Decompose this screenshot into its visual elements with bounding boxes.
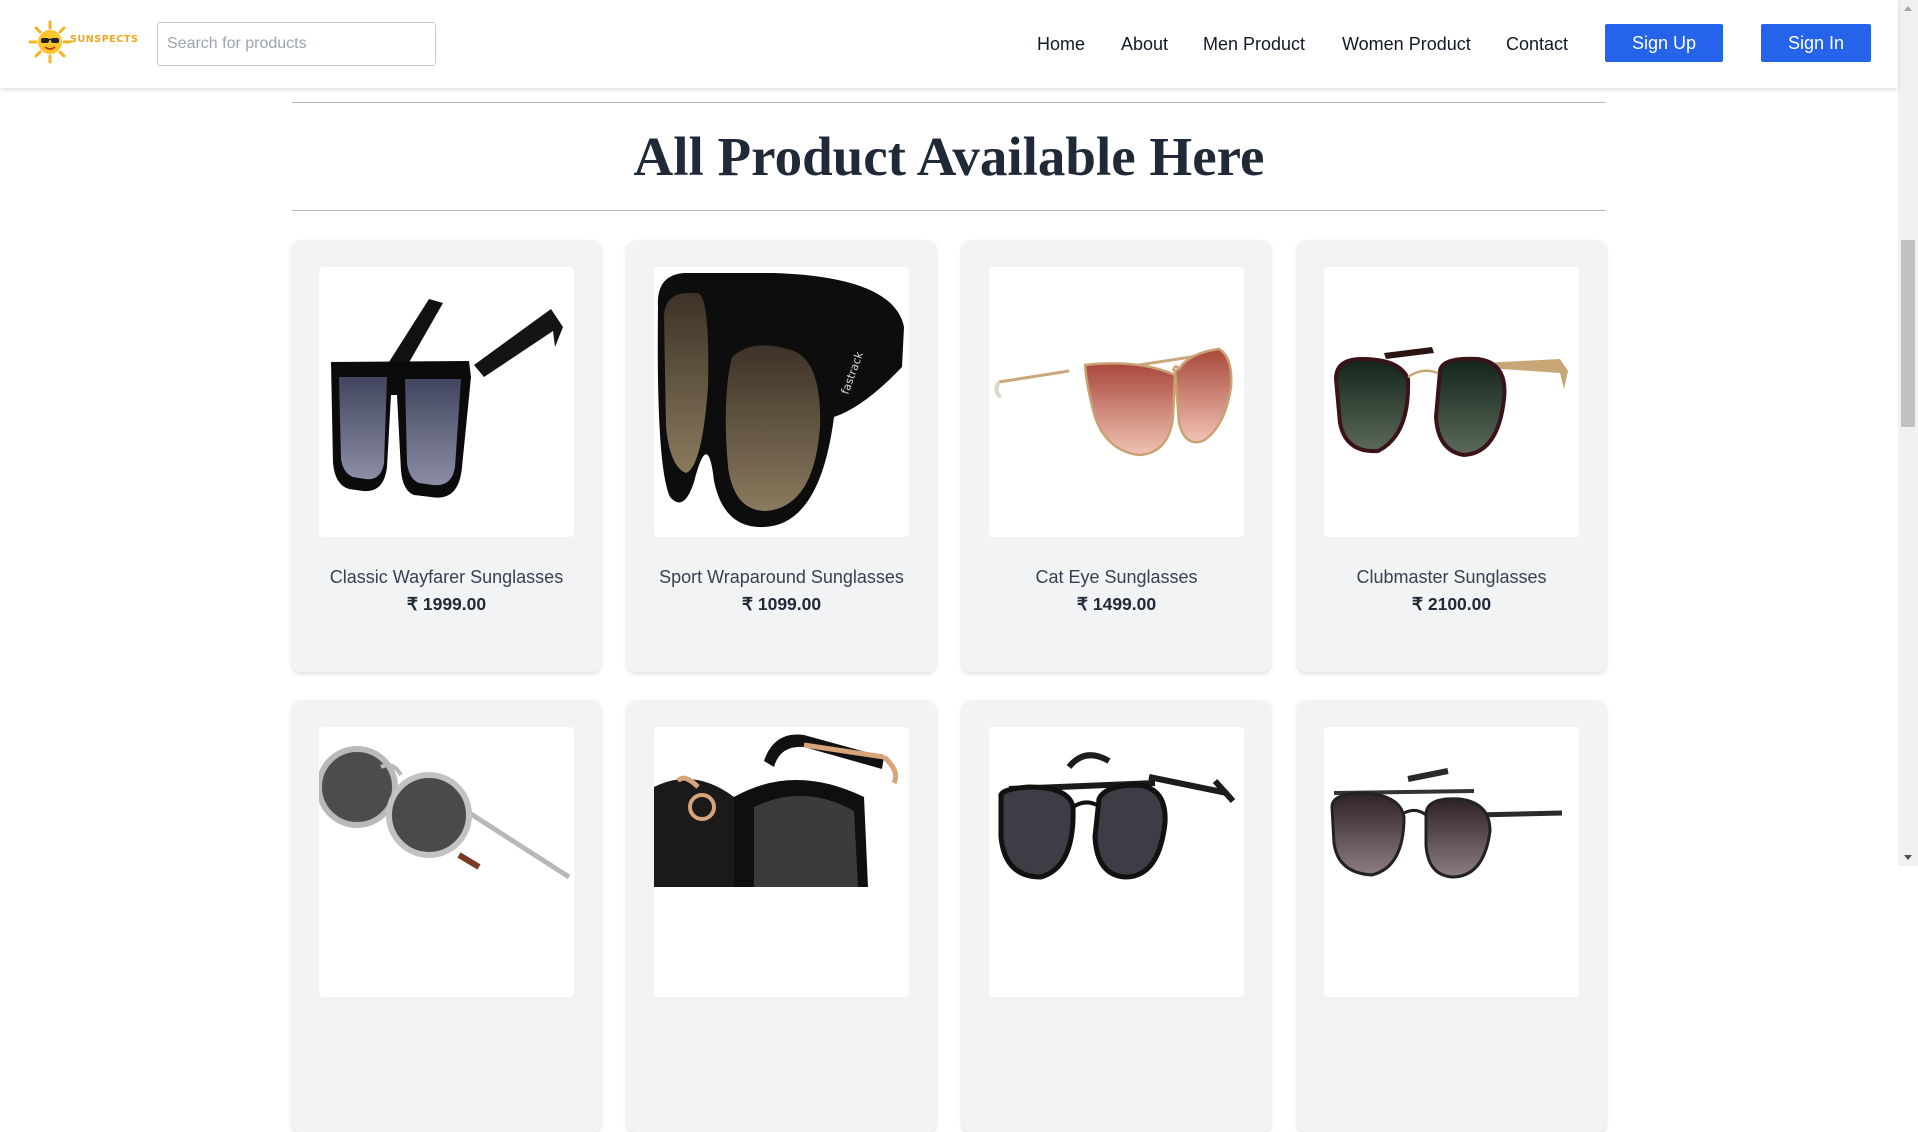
nav-women-product[interactable]: Women Product — [1342, 33, 1471, 55]
product-price: ₹ 1499.00 — [1076, 594, 1157, 614]
scroll-up-arrow-icon[interactable] — [1904, 6, 1912, 11]
clubmaster-sunglasses-icon — [1333, 347, 1568, 458]
nav-men-product[interactable]: Men Product — [1203, 33, 1305, 55]
nav-about[interactable]: About — [1121, 33, 1168, 55]
product-card-cat-eye[interactable]: Cat Eye Sunglasses ₹ 1499.00 — [962, 240, 1271, 672]
product-price: ₹ 2100.00 — [1411, 594, 1492, 614]
product-card-double-bridge[interactable] — [1297, 700, 1606, 1132]
product-image[interactable] — [989, 267, 1244, 537]
product-image[interactable] — [989, 727, 1244, 997]
product-card-cat-eye-black[interactable] — [627, 700, 936, 1132]
product-name: Cat Eye Sunglasses — [1035, 567, 1198, 587]
product-image[interactable]: fastrack — [654, 267, 909, 537]
round-sunglasses-icon — [319, 746, 571, 880]
scroll-down-arrow-icon[interactable] — [1904, 855, 1912, 860]
sign-up-button[interactable]: Sign Up — [1605, 24, 1723, 62]
sunspects-logo[interactable]: SUNSPECTS — [28, 20, 139, 64]
product-image[interactable] — [654, 727, 909, 997]
product-price: ₹ 1999.00 — [406, 594, 487, 614]
product-name: Sport Wraparound Sunglasses — [659, 567, 904, 587]
nav-contact[interactable]: Contact — [1506, 33, 1568, 55]
divider-top — [292, 102, 1606, 103]
page-title: All Product Available Here — [633, 126, 1265, 187]
product-image[interactable] — [1324, 267, 1579, 537]
sign-in-button[interactable]: Sign In — [1761, 24, 1871, 62]
product-name: Classic Wayfarer Sunglasses — [329, 567, 564, 587]
product-card-clubmaster[interactable]: Clubmaster Sunglasses ₹ 2100.00 — [1297, 240, 1606, 672]
product-card-classic-wayfarer[interactable]: Classic Wayfarer Sunglasses ₹ 1999.00 — [292, 240, 601, 672]
site-header: SUNSPECTS Home About Men Product Women P… — [0, 0, 1898, 88]
page-scrollbar[interactable] — [1898, 0, 1918, 866]
product-card-sport-wraparound[interactable]: fastrack Sport Wraparound Sunglasses ₹ 1… — [627, 240, 936, 672]
product-card-aviator[interactable] — [962, 700, 1271, 1132]
double-bridge-sunglasses-icon — [1330, 768, 1563, 879]
nav-home[interactable]: Home — [1037, 33, 1085, 55]
aviator-sunglasses-icon — [998, 752, 1236, 880]
product-price: ₹ 1099.00 — [741, 594, 822, 614]
scrollbar-thumb[interactable] — [1901, 240, 1915, 427]
sun-logo-icon — [28, 20, 72, 64]
wraparound-sunglasses-icon: fastrack — [657, 273, 904, 528]
wayfarer-sunglasses-icon — [331, 299, 563, 498]
product-card-round-metal[interactable] — [292, 700, 601, 1132]
product-name: Clubmaster Sunglasses — [1356, 567, 1547, 587]
cat-eye-black-sunglasses-icon — [654, 734, 899, 887]
product-image[interactable] — [1324, 727, 1579, 997]
search-input[interactable] — [157, 22, 436, 66]
logo-text: SUNSPECTS — [70, 34, 139, 45]
product-image[interactable] — [319, 727, 574, 997]
product-image[interactable] — [319, 267, 574, 537]
divider-bottom — [292, 210, 1606, 211]
cat-eye-sunglasses-icon — [994, 347, 1233, 457]
